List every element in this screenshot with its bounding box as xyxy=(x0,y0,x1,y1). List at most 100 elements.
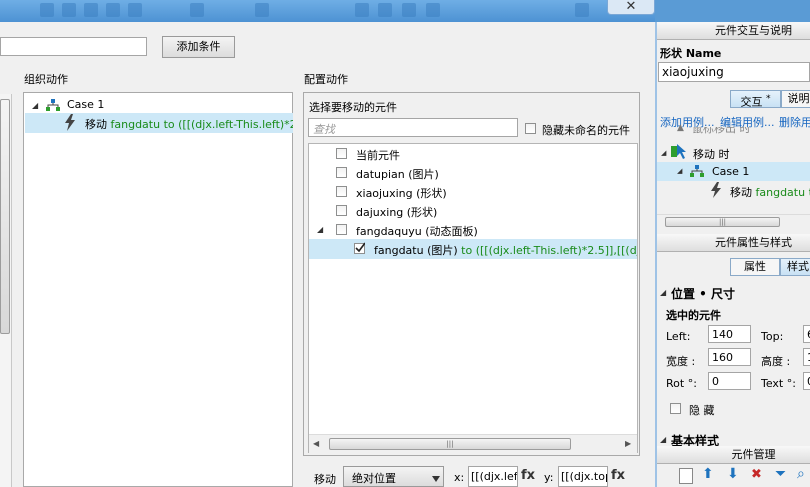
collapse-icon[interactable]: ◢ xyxy=(660,435,666,444)
faded-event-label: 鼠标移出 时 xyxy=(692,127,751,135)
shape-name-label: 形状 Name xyxy=(660,47,722,60)
tab-style[interactable]: 样式 xyxy=(780,258,810,276)
widget-checkbox[interactable] xyxy=(336,186,347,197)
action-prefix: 移动 xyxy=(730,186,752,199)
toolbar-icon xyxy=(426,3,440,17)
collapse-icon[interactable]: ◢ xyxy=(32,101,38,110)
widget-checkbox[interactable] xyxy=(336,224,347,235)
toolbar-icon xyxy=(575,3,589,17)
toolbar-icon xyxy=(62,3,76,17)
x-fx-button[interactable]: fx xyxy=(521,468,535,483)
case-tree-icon xyxy=(46,99,60,111)
collapse-icon[interactable]: ◢ xyxy=(660,288,666,297)
close-button[interactable]: ✕ xyxy=(607,0,655,15)
widget-row[interactable]: ◢ fangdaquyu (动态面板) xyxy=(309,220,637,240)
right-panel: 元件交互与说明 形状 Name xiaojuxing 交互 * 说明 添加用例.… xyxy=(657,22,810,487)
position-size-heading: 位置 • 尺寸 xyxy=(671,287,736,301)
widget-label: xiaojuxing (形状) xyxy=(356,187,447,200)
move-label: 移动 xyxy=(314,473,336,486)
action-row[interactable]: 移动 fangdatu to xyxy=(657,181,810,201)
case-label: Case 1 xyxy=(712,165,750,178)
app-toolbar-background xyxy=(0,0,655,22)
search-icon[interactable]: ⌕ xyxy=(797,466,805,482)
add-condition-button[interactable]: 添加条件 xyxy=(162,36,235,58)
scroll-right-icon[interactable]: ▶ xyxy=(625,439,631,448)
collapse-icon[interactable]: ◢ xyxy=(677,167,682,175)
top-input[interactable]: 6 xyxy=(803,325,810,343)
chevron-down-icon xyxy=(432,476,440,482)
widget-row[interactable]: datupian (图片) xyxy=(309,163,637,183)
delete-case-link[interactable]: 删除用 xyxy=(779,114,810,130)
configure-actions-panel: 选择要移动的元件 查找 隐藏未命名的元件 当前元件 datupian (图片) … xyxy=(303,92,640,456)
delete-icon[interactable]: ✖ xyxy=(751,467,762,482)
widget-label: datupian (图片) xyxy=(356,168,439,181)
move-event-label[interactable]: 移动 时 xyxy=(693,146,730,162)
widget-row[interactable]: dajuxing (形状) xyxy=(309,201,637,221)
hide-checkbox[interactable] xyxy=(670,403,681,414)
widget-label: dajuxing (形状) xyxy=(356,206,438,219)
collapse-icon[interactable]: ◢ xyxy=(317,225,323,234)
hide-unnamed-checkbox[interactable] xyxy=(525,123,536,134)
widget-manager-header: 元件管理 xyxy=(657,446,810,464)
case-editor-dialog: 添加条件 组织动作 配置动作 ◢ Case 1 移动 fangdatu to (… xyxy=(0,22,657,487)
events-scrollbar[interactable] xyxy=(0,94,12,487)
case-row[interactable]: ◢ Case 1 xyxy=(657,162,810,181)
tab-interaction[interactable]: 交互 * xyxy=(730,90,781,109)
configure-actions-title: 配置动作 xyxy=(304,73,348,86)
selected-action-row[interactable]: 移动 fangdatu to ([[(djx.left-This.left)*2… xyxy=(25,113,293,133)
collapse-icon[interactable]: ◢ xyxy=(661,149,666,157)
scroll-left-icon[interactable]: ◀ xyxy=(313,439,319,448)
child-widget-label: fangdatu (图片) xyxy=(374,244,458,257)
toolbar-icon xyxy=(190,3,204,17)
selected-widget-heading: 选中的元件 xyxy=(666,309,721,322)
y-fx-button[interactable]: fx xyxy=(611,468,625,483)
hide-label: 隐 藏 xyxy=(689,404,715,417)
rotation-label: Rot °: xyxy=(666,377,697,390)
height-label: 高度 : xyxy=(761,355,791,368)
arrow-down-icon[interactable]: ⬇ xyxy=(727,466,739,482)
width-input[interactable]: 160 xyxy=(708,348,751,366)
search-input[interactable]: 查找 xyxy=(308,118,518,137)
widget-list: 当前元件 datupian (图片) xiaojuxing (形状) dajux… xyxy=(308,143,638,453)
filter-icon[interactable]: ⏷ xyxy=(775,466,786,482)
tab-notes[interactable]: 说明 xyxy=(781,90,810,108)
tab-properties[interactable]: 属性 xyxy=(730,258,780,276)
toolbar-icon xyxy=(255,3,269,17)
scrollbar-thumb[interactable]: ||| xyxy=(665,217,780,227)
text-rotation-input[interactable]: 0 xyxy=(803,372,810,390)
tab-modified-mark: * xyxy=(765,93,771,104)
interaction-panel-title: 元件交互与说明 xyxy=(715,24,792,37)
toolbar-icon xyxy=(106,3,120,17)
widget-checkbox[interactable] xyxy=(336,205,347,216)
height-input[interactable]: 1 xyxy=(803,348,810,366)
text-rotation-label: Text °: xyxy=(761,377,796,390)
widget-checkbox[interactable] xyxy=(336,167,347,178)
case-name-input[interactable] xyxy=(0,37,147,56)
interaction-scrollbar[interactable]: ||| xyxy=(657,214,810,229)
move-mode-value: 绝对位置 xyxy=(352,472,396,485)
widget-row[interactable]: 当前元件 xyxy=(309,144,637,164)
widget-checkbox-checked[interactable] xyxy=(354,242,365,254)
x-input[interactable]: [[(djx.left xyxy=(468,466,518,487)
widget-row[interactable]: xiaojuxing (形状) xyxy=(309,182,637,202)
shape-name-input[interactable]: xiaojuxing xyxy=(658,62,810,82)
arrow-up-icon[interactable]: ⬆ xyxy=(702,466,714,482)
selected-widget-row[interactable]: fangdatu (图片) to ([[(djx.left-This.left)… xyxy=(309,239,637,259)
widget-checkbox[interactable] xyxy=(336,148,347,159)
left-input[interactable]: 140 xyxy=(708,325,751,343)
action-detail: fangdatu to xyxy=(755,186,810,199)
widget-label: fangdaquyu (动态面板) xyxy=(356,225,478,238)
scrollbar-thumb[interactable]: ||| xyxy=(329,438,571,450)
move-mode-select[interactable]: 绝对位置 xyxy=(343,466,444,487)
hide-unnamed-label: 隐藏未命名的元件 xyxy=(542,124,630,137)
case-label[interactable]: Case 1 xyxy=(67,98,104,111)
toolbar-icon xyxy=(128,3,142,17)
widget-list-scrollbar[interactable]: ◀ ||| ▶ xyxy=(309,434,637,453)
y-input[interactable]: [[(djx.top xyxy=(558,466,608,487)
scrollbar-thumb[interactable] xyxy=(0,99,10,334)
child-widget-detail: to ([[(djx.left-This.left)*2.5]],[[(djx.… xyxy=(461,244,637,257)
copy-icon[interactable] xyxy=(679,468,693,484)
interaction-panel-header: 元件交互与说明 xyxy=(657,22,810,40)
rotation-input[interactable]: 0 xyxy=(708,372,751,390)
widget-manager-title: 元件管理 xyxy=(731,448,776,461)
